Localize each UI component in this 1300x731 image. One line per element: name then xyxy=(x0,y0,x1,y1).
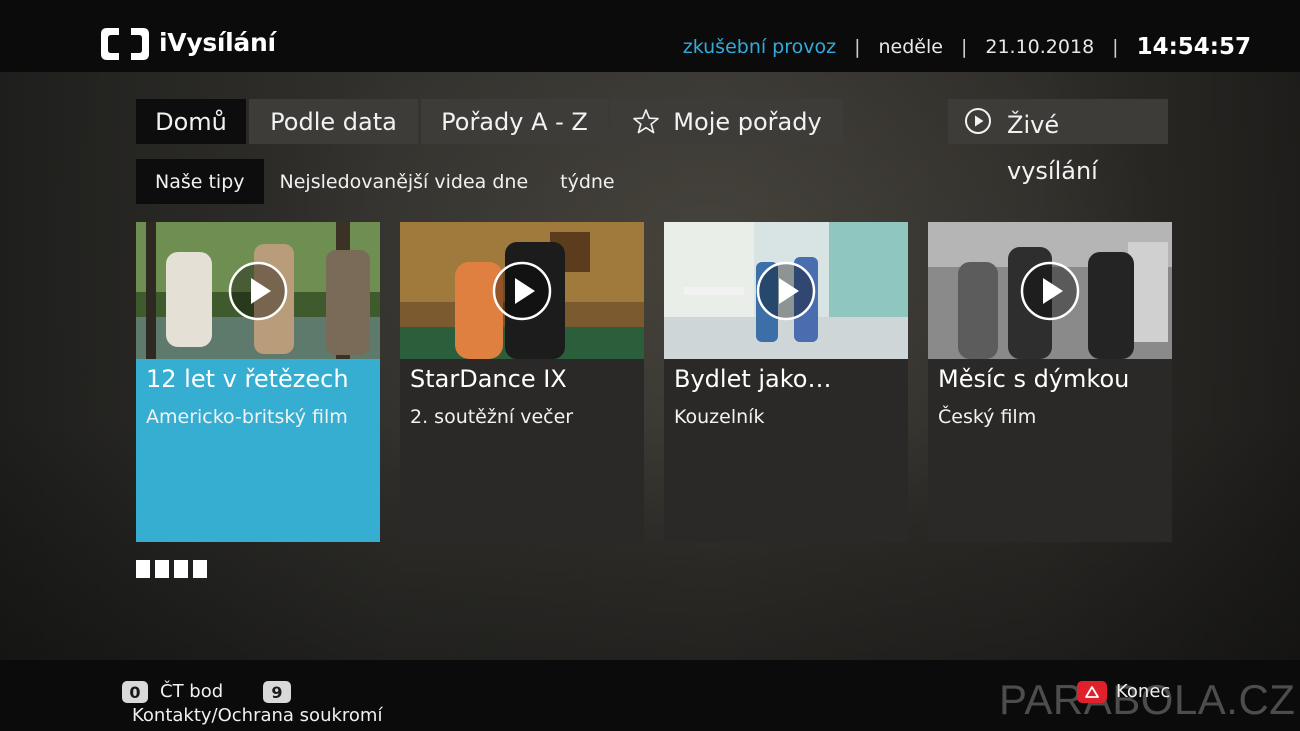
subtab-label: Nejsledovanější videa dne xyxy=(279,170,529,193)
play-icon[interactable] xyxy=(228,261,288,321)
card-subtitle: Kouzelník xyxy=(674,406,765,428)
tab-label: Domů xyxy=(155,107,227,136)
tab-label: Podle data xyxy=(270,107,397,136)
card-title: Bydlet jako… xyxy=(674,365,832,393)
card-subtitle: Americko-britský film xyxy=(146,406,348,428)
page-indicator xyxy=(136,560,212,578)
exit-label: Konec xyxy=(1116,681,1171,702)
separator: | xyxy=(1112,36,1119,58)
video-thumbnail xyxy=(928,222,1172,359)
sub-nav: Naše tipy Nejsledovanější videa dne týdn… xyxy=(136,159,631,204)
main-nav: Domů Podle data Pořady A - Z Moje pořady xyxy=(136,99,846,144)
video-card[interactable]: 12 let v řetězech Americko-britský film xyxy=(136,222,380,542)
card-title: Měsíc s dýmkou xyxy=(938,365,1130,393)
video-thumbnail xyxy=(400,222,644,359)
play-icon[interactable] xyxy=(1020,261,1080,321)
ct-logo-icon xyxy=(101,28,149,60)
ct-bod-label: ČT bod xyxy=(160,681,224,702)
page-dot xyxy=(155,560,169,578)
live-broadcast-label: Živé vysílání xyxy=(1007,111,1098,185)
tab-shows-a-z[interactable]: Pořady A - Z xyxy=(421,99,608,144)
subtab-label: týdne xyxy=(560,170,615,193)
status-bar: zkušební provoz | neděle | 21.10.2018 | … xyxy=(683,30,1251,64)
date-label: 21.10.2018 xyxy=(985,36,1095,58)
video-card[interactable]: Bydlet jako… Kouzelník xyxy=(664,222,908,542)
separator: | xyxy=(960,36,968,58)
tab-label: Pořady A - Z xyxy=(441,107,588,136)
video-thumbnail xyxy=(136,222,380,359)
tab-label: Moje pořady xyxy=(673,107,822,136)
card-title: 12 let v řetězech xyxy=(146,365,349,393)
page-dot xyxy=(174,560,188,578)
subtab-most-watched-week[interactable]: týdne xyxy=(544,159,631,204)
ct-logo: iVysílání xyxy=(99,26,276,62)
contacts-privacy-label: Kontakty/Ochrana soukromí xyxy=(132,705,383,726)
tab-home[interactable]: Domů xyxy=(136,99,246,144)
play-icon[interactable] xyxy=(492,261,552,321)
day-label: neděle xyxy=(878,36,943,58)
page-dot xyxy=(136,560,150,578)
play-circle-icon xyxy=(965,108,991,134)
page-dot xyxy=(193,560,207,578)
triangle-icon xyxy=(1085,686,1099,698)
play-icon[interactable] xyxy=(756,261,816,321)
card-subtitle: Český film xyxy=(938,406,1037,428)
subtab-our-tips[interactable]: Naše tipy xyxy=(136,159,264,204)
video-card[interactable]: StarDance IX 2. soutěžní večer xyxy=(400,222,644,542)
tab-by-date[interactable]: Podle data xyxy=(249,99,418,144)
subtab-label: Naše tipy xyxy=(155,170,245,193)
remote-key-9[interactable]: 9 xyxy=(263,681,291,703)
top-bar: iVysílání zkušební provoz | neděle | 21.… xyxy=(0,0,1300,72)
red-button-icon[interactable] xyxy=(1077,681,1107,703)
card-title: StarDance IX xyxy=(410,365,567,393)
star-icon xyxy=(633,108,660,133)
clock: 14:54:57 xyxy=(1136,34,1251,60)
video-card[interactable]: Měsíc s dýmkou Český film xyxy=(928,222,1172,542)
video-thumbnail xyxy=(664,222,908,359)
tab-my-shows[interactable]: Moje pořady xyxy=(611,99,843,144)
mode-label: zkušební provoz xyxy=(682,36,837,58)
card-subtitle: 2. soutěžní večer xyxy=(410,406,574,428)
subtab-most-watched-day[interactable]: Nejsledovanější videa dne xyxy=(264,159,545,204)
remote-key-0[interactable]: 0 xyxy=(122,681,148,703)
app-name: iVysílání xyxy=(159,27,276,57)
separator: | xyxy=(854,36,861,58)
